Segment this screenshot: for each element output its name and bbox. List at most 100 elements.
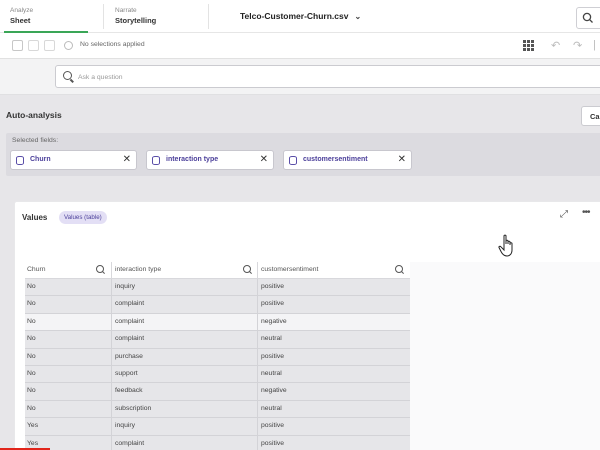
table-row[interactable]: No inquiry positive [25, 279, 410, 297]
column-divider [257, 296, 258, 313]
column-header-interaction-type[interactable]: interaction type [115, 266, 161, 273]
table-cell[interactable]: positive [261, 422, 284, 429]
table-cell[interactable]: positive [261, 300, 284, 307]
table-row[interactable]: Yes complaint positive [25, 435, 410, 450]
column-divider [111, 400, 112, 418]
ask-question-box[interactable] [55, 65, 600, 88]
table-cell[interactable]: support [115, 370, 138, 377]
ask-question-input[interactable] [78, 70, 478, 84]
top-bar: Analyze Sheet Narrate Storytelling Telco… [0, 0, 600, 33]
tab-divider [208, 4, 209, 29]
table-cell[interactable]: complaint [115, 300, 144, 307]
expand-icon[interactable]: ⤢ [560, 209, 568, 220]
table-cell[interactable]: feedback [115, 387, 143, 394]
grid-icon[interactable] [523, 40, 534, 51]
table-cell[interactable]: inquiry [115, 422, 135, 429]
remove-field-icon[interactable]: ✕ [260, 154, 268, 165]
search-icon [582, 12, 593, 23]
search-icon [63, 71, 72, 80]
table-cell[interactable]: inquiry [115, 283, 135, 290]
field-chip-churn[interactable]: Churn ✕ [10, 150, 137, 170]
column-divider [111, 418, 112, 435]
step-forward-icon[interactable] [44, 40, 55, 51]
ask-bar [0, 59, 600, 95]
table-cell[interactable]: No [27, 370, 36, 377]
selection-toolbar: No selections applied ↶ ↷ | [0, 33, 600, 59]
table-row[interactable]: No complaint neutral [25, 331, 410, 349]
column-divider [111, 348, 112, 365]
more-options-icon[interactable]: ••• [582, 207, 590, 218]
selected-fields-panel: Selected fields: Churn ✕ interaction typ… [6, 133, 600, 176]
auto-analysis-title: Auto-analysis [6, 110, 62, 120]
table-cell[interactable]: purchase [115, 353, 143, 360]
table-cell[interactable]: No [27, 318, 36, 325]
table-cell[interactable]: negative [261, 387, 287, 394]
table-cell[interactable]: positive [261, 283, 284, 290]
search-icon[interactable] [243, 265, 251, 273]
field-chip-label: interaction type [166, 156, 219, 163]
tab-narrate-label: Narrate [115, 7, 137, 14]
app-title-dropdown[interactable]: Telco-Customer-Churn.csv ⌄ [240, 11, 361, 21]
table-cell[interactable]: No [27, 300, 36, 307]
table-row[interactable]: No feedback negative [25, 383, 410, 401]
column-divider [111, 365, 112, 383]
table-row[interactable]: Yes inquiry positive [25, 418, 410, 436]
table-cell[interactable]: No [27, 405, 36, 412]
field-chip-label: Churn [30, 156, 51, 163]
table-cell[interactable]: negative [261, 318, 287, 325]
column-divider [257, 262, 258, 278]
table-row[interactable]: No subscription neutral [25, 400, 410, 419]
selection-status: No selections applied [80, 41, 145, 48]
app-title: Telco-Customer-Churn.csv [240, 11, 349, 21]
table-cell[interactable]: positive [261, 353, 284, 360]
table-cell[interactable]: neutral [261, 335, 282, 342]
table-empty-area [410, 262, 600, 450]
tab-sheet-label: Sheet [10, 16, 31, 25]
tab-narrate-storytelling[interactable]: Narrate Storytelling [105, 0, 205, 33]
database-icon [16, 156, 24, 165]
table-cell[interactable]: neutral [261, 405, 282, 412]
column-header-customersentiment[interactable]: customersentiment [261, 266, 318, 273]
column-divider [257, 365, 258, 383]
column-divider [257, 331, 258, 348]
field-chip-interaction-type[interactable]: interaction type ✕ [146, 150, 274, 170]
column-divider [111, 279, 112, 296]
chart-type-badge: Values (table) [59, 211, 107, 224]
table-cell[interactable]: positive [261, 440, 284, 447]
step-back-icon[interactable] [28, 40, 39, 51]
field-chip-customersentiment[interactable]: customersentiment ✕ [283, 150, 412, 170]
table-cell[interactable]: subscription [115, 405, 151, 412]
smart-search-icon[interactable] [12, 40, 23, 51]
global-search-button[interactable] [576, 7, 600, 29]
table-cell[interactable]: No [27, 353, 36, 360]
column-divider [257, 348, 258, 365]
table-cell[interactable]: Yes [27, 440, 38, 447]
database-icon [289, 156, 297, 165]
table-cell[interactable]: Yes [27, 422, 38, 429]
table-cell[interactable]: No [27, 335, 36, 342]
column-divider [257, 418, 258, 435]
table-row[interactable]: No purchase positive [25, 348, 410, 366]
undo-icon[interactable]: ↶ [551, 39, 560, 52]
table-header: Churn interaction type customersentiment [25, 262, 410, 279]
table-cell[interactable]: complaint [115, 318, 144, 325]
column-header-churn[interactable]: Churn [27, 266, 46, 273]
cancel-button[interactable]: Ca [581, 106, 600, 126]
redo-icon[interactable]: ↷ [573, 39, 582, 52]
table-cell[interactable]: complaint [115, 440, 144, 447]
remove-field-icon[interactable]: ✕ [398, 154, 406, 165]
table-row[interactable]: No support neutral [25, 365, 410, 384]
table-cell[interactable]: No [27, 387, 36, 394]
table-cell[interactable]: complaint [115, 335, 144, 342]
table-cell[interactable]: neutral [261, 370, 282, 377]
table-row[interactable]: No complaint positive [25, 296, 410, 314]
search-icon[interactable] [96, 265, 104, 273]
tab-analyze-sheet[interactable]: Analyze Sheet [0, 0, 100, 33]
tab-storytelling-label: Storytelling [115, 16, 157, 25]
search-icon[interactable] [395, 265, 403, 273]
table-row[interactable]: No complaint negative [25, 313, 410, 332]
remove-field-icon[interactable]: ✕ [123, 154, 131, 165]
table-cell[interactable]: No [27, 283, 36, 290]
clear-selections-icon[interactable] [64, 41, 73, 50]
column-divider [257, 435, 258, 450]
